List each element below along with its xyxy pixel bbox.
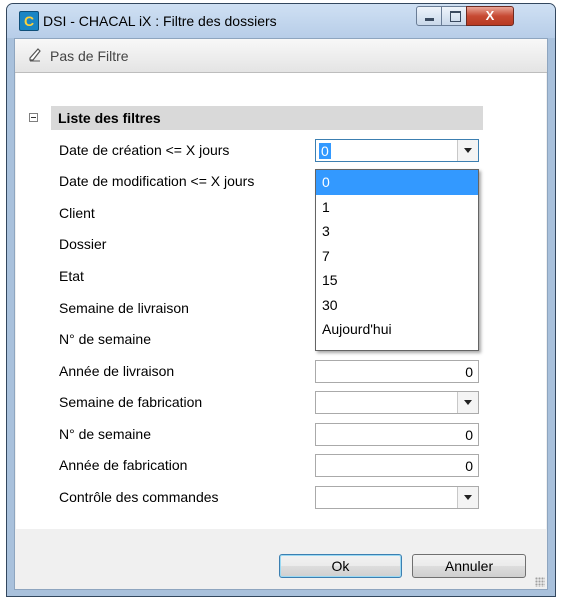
prop-label-dossier: Dossier xyxy=(59,236,107,252)
prop-label-controle-commandes: Contrôle des commandes xyxy=(59,489,219,505)
category-row: Liste des filtres xyxy=(16,106,546,130)
annee-fabrication-value: 0 xyxy=(465,458,473,474)
ok-button[interactable]: Ok xyxy=(279,554,402,578)
dropdown-arrow-icon[interactable] xyxy=(457,140,478,161)
dropdown-option[interactable]: Aujourd'hui xyxy=(316,317,478,342)
prop-label-date-modification: Date de modification <= X jours xyxy=(59,173,255,189)
collapse-icon[interactable] xyxy=(29,113,38,122)
category-label: Liste des filtres xyxy=(58,110,161,126)
dropdown-option[interactable]: 15 xyxy=(316,268,478,293)
prop-label-num-semaine-livraison: N° de semaine xyxy=(59,331,151,347)
annee-livraison-field[interactable]: 0 xyxy=(315,360,479,383)
prop-label-semaine-fabrication: Semaine de fabrication xyxy=(59,394,203,410)
toolbar: Pas de Filtre xyxy=(15,39,547,73)
num-semaine-fabrication-field[interactable]: 0 xyxy=(315,423,479,446)
title-bar[interactable]: C DSI - CHACAL iX : Filtre des dossiers … xyxy=(7,4,555,38)
prop-label-client: Client xyxy=(59,205,95,221)
eraser-icon xyxy=(29,48,41,62)
semaine-fabrication-combo[interactable] xyxy=(315,391,479,414)
cancel-button[interactable]: Annuler xyxy=(412,554,526,578)
dropdown-option[interactable]: 30 xyxy=(316,293,478,318)
dropdown-option[interactable]: 0 xyxy=(316,170,478,195)
date-creation-value[interactable]: 0 xyxy=(319,143,331,159)
window-title: DSI - CHACAL iX : Filtre des dossiers xyxy=(43,13,277,29)
date-creation-combo[interactable]: 0 xyxy=(315,139,479,162)
prop-label-annee-livraison: Année de livraison xyxy=(59,363,175,379)
dialog-window: C DSI - CHACAL iX : Filtre des dossiers … xyxy=(6,3,556,597)
controle-commandes-combo[interactable] xyxy=(315,486,479,509)
clear-filter-label: Pas de Filtre xyxy=(50,48,129,64)
dropdown-option[interactable]: 7 xyxy=(316,244,478,269)
dropdown-option[interactable]: 1 xyxy=(316,195,478,220)
prop-label-date-creation: Date de création <= X jours xyxy=(59,142,230,158)
dropdown-arrow-icon[interactable] xyxy=(457,487,478,508)
close-button[interactable]: X xyxy=(466,6,514,26)
prop-label-etat: Etat xyxy=(59,268,84,284)
maximize-button[interactable] xyxy=(441,6,467,26)
minimize-icon xyxy=(425,18,434,21)
annee-fabrication-field[interactable]: 0 xyxy=(315,454,479,477)
prop-label-num-semaine-fabrication: N° de semaine xyxy=(59,426,151,442)
prop-label-annee-fabrication: Année de fabrication xyxy=(59,457,188,473)
property-grid: Liste des filtres Date de création <= X … xyxy=(16,73,546,530)
dropdown-option[interactable]: 3 xyxy=(316,219,478,244)
annee-livraison-value: 0 xyxy=(465,364,473,380)
button-bar: Ok Annuler xyxy=(15,529,547,589)
dialog-body: Pas de Filtre Liste des filtres Date de … xyxy=(14,38,548,590)
num-semaine-fabrication-value: 0 xyxy=(465,427,473,443)
dropdown-arrow-icon[interactable] xyxy=(457,392,478,413)
minimize-button[interactable] xyxy=(416,6,442,26)
app-icon: C xyxy=(19,11,39,31)
prop-label-semaine-livraison: Semaine de livraison xyxy=(59,300,189,316)
close-icon: X xyxy=(485,8,495,23)
resize-grip-icon[interactable] xyxy=(535,577,545,587)
maximize-icon xyxy=(450,11,461,22)
dropdown-list: 0 1 3 7 15 30 Aujourd'hui xyxy=(315,169,479,351)
clear-filter-button[interactable]: Pas de Filtre xyxy=(21,42,161,69)
